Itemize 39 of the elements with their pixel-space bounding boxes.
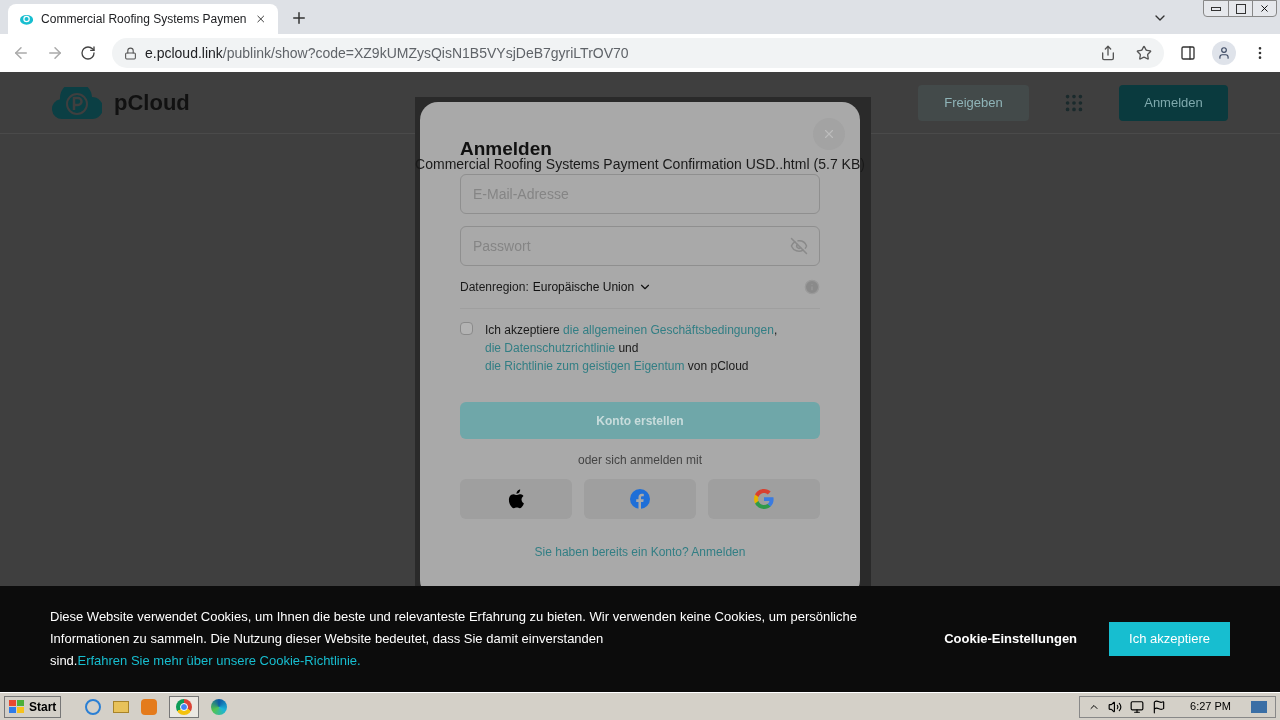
browser-tab[interactable]: Commercial Roofing Systems Paymen (8, 4, 278, 34)
tab-title: Commercial Roofing Systems Paymen (41, 11, 247, 28)
pcloud-favicon-icon (20, 12, 34, 26)
clock: 6:27 PM (1190, 699, 1231, 715)
social-login-button[interactable] (460, 479, 572, 519)
login-button[interactable]: Anmelden (1119, 84, 1228, 121)
apple-icon (507, 489, 525, 509)
terms-text: Ich akzeptiere die allgemeinen Geschäftsbedingungen, die Datenschutzrichtlinie und die Richtlinie zum geistigen Eigentum von pCloud (485, 322, 779, 375)
url-path: /publink/show?code=XZ9kUMZysQisN1B5VYsjDeB7gyriLTrOV70 (222, 43, 629, 63)
region-label: Datenregion: (460, 279, 529, 296)
google-icon (754, 489, 774, 509)
cookie-settings-button[interactable]: Cookie-Einstellungen (944, 629, 1078, 649)
share-button[interactable]: Freigeben (918, 84, 1029, 121)
new-tab-icon[interactable] (290, 9, 308, 27)
address-bar[interactable]: e.pcloud.link/publink/show?code=XZ9kUMZysQisN1B5VYsjDeB7gyriLTrOV70 (112, 38, 1164, 68)
pcloud-logo-icon (52, 86, 102, 119)
lock-icon (124, 46, 137, 60)
terms-checkbox[interactable] (460, 322, 473, 335)
network-icon[interactable] (1130, 699, 1145, 714)
cookie-policy-link[interactable]: Erfahren Sie mehr über unsere Cookie-Richtlinie. (77, 653, 361, 668)
close-icon[interactable] (254, 12, 266, 26)
facebook-icon (630, 489, 650, 509)
url-host: e.pcloud.link (145, 43, 223, 63)
share-icon[interactable] (1100, 45, 1116, 61)
flag-icon[interactable] (1152, 699, 1167, 714)
cookie-notice: Diese Website verwendet Cookies, um Ihnen die beste und relevanteste Erfahrung zu bieten. Wir verwenden keine Cookies, um persönliche Informationen zu sammeln. Die Nutzung dieser Website bedeutet, dass Sie damit einverstanden sind.Erfahren Sie mehr über unsere Cookie-Richtlinie. (50, 608, 858, 670)
close-icon (822, 127, 836, 141)
show-desktop-icon[interactable] (1251, 700, 1267, 713)
start-button[interactable]: Start (4, 695, 62, 718)
region-dropdown[interactable]: Europäische Union (532, 278, 653, 296)
volume-icon[interactable] (1108, 699, 1123, 714)
side-panel-icon[interactable] (1180, 45, 1196, 61)
chrome-icon[interactable] (169, 695, 200, 718)
divider-text: oder sich anmelden mit (576, 452, 704, 469)
dialog-title: Anmelden (460, 138, 552, 159)
reload-icon[interactable] (80, 45, 96, 61)
bookmark-star-icon[interactable] (1136, 45, 1152, 61)
profile-icon[interactable] (1212, 41, 1236, 65)
windows-logo-icon (9, 699, 25, 714)
